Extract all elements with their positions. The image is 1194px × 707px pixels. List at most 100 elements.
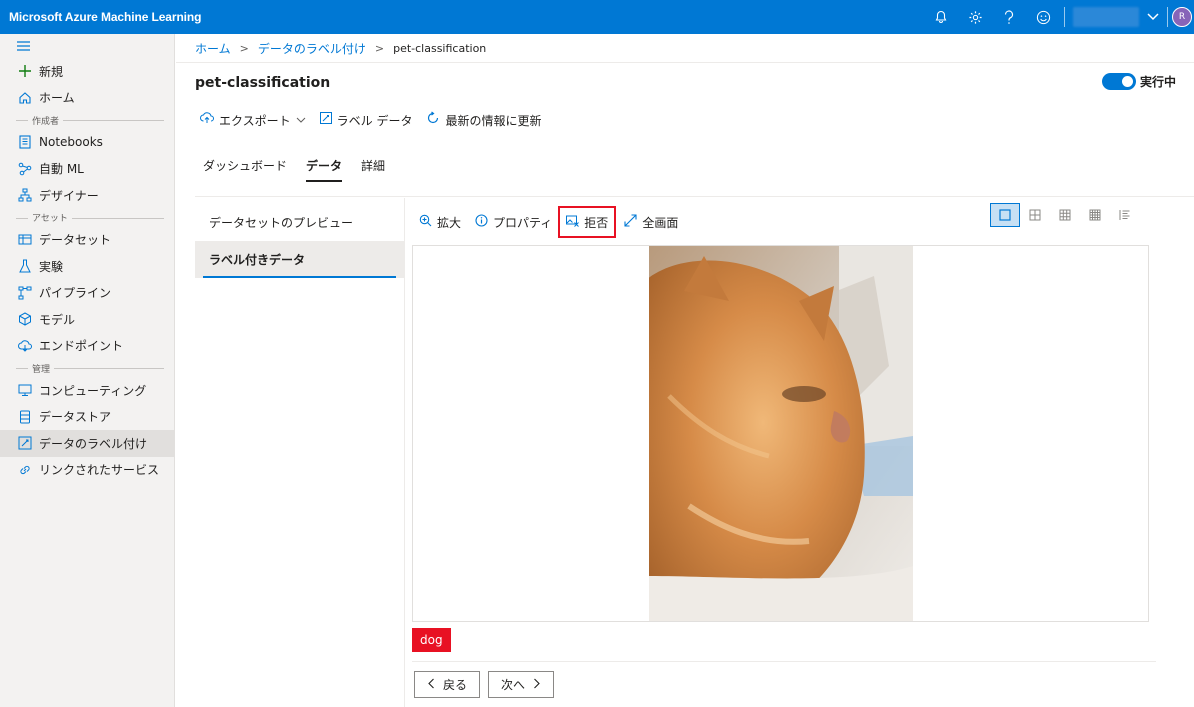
divider (404, 198, 405, 707)
properties-button[interactable]: プロパティ (475, 210, 552, 234)
linked-services-icon (17, 462, 33, 478)
back-button[interactable]: 戻る (414, 671, 481, 698)
pager: 戻る 次へ (414, 671, 555, 698)
properties-label: プロパティ (493, 215, 553, 230)
sidebar-item-new[interactable]: 新規 (0, 58, 174, 85)
breadcrumb-current: pet-classification (393, 42, 487, 55)
help-icon[interactable] (992, 0, 1026, 34)
sidebar-item-label: ホーム (39, 91, 75, 106)
tab-details[interactable]: 詳細 (361, 157, 385, 180)
gear-icon[interactable] (958, 0, 992, 34)
back-label: 戻る (443, 678, 468, 692)
next-label: 次へ (501, 678, 526, 692)
fullscreen-button[interactable]: 全画面 (624, 210, 678, 234)
sidebar-item-linked-services[interactable]: リンクされたサービス (0, 457, 174, 484)
refresh-button[interactable]: 最新の情報に更新 (426, 111, 541, 129)
chevron-left-icon (427, 678, 435, 692)
layout-grid-4x4-icon[interactable] (1080, 203, 1110, 227)
zoom-label: 拡大 (437, 215, 462, 230)
designer-icon (17, 187, 33, 203)
smiley-feedback-icon[interactable] (1026, 0, 1060, 34)
app-title[interactable]: Microsoft Azure Machine Learning (0, 10, 201, 24)
sidebar-item-models[interactable]: モデル (0, 306, 174, 333)
breadcrumb-home[interactable]: ホーム (195, 40, 231, 57)
layout-grid-2x2-icon[interactable] (1020, 203, 1050, 227)
layout-list-icon[interactable] (1110, 203, 1140, 227)
divider (412, 661, 1156, 662)
sidebar-item-label: 新規 (39, 64, 64, 79)
running-toggle[interactable] (1101, 73, 1136, 90)
chevron-right-icon: > (239, 42, 249, 55)
sidebar-item-label: 自動 ML (39, 162, 84, 177)
sidebar-item-automl[interactable]: 自動 ML (0, 156, 174, 183)
chevron-down-icon[interactable] (1143, 0, 1163, 34)
sidebar-item-label: リンクされたサービス (39, 463, 160, 478)
notebook-icon (17, 134, 33, 150)
info-icon (475, 214, 488, 230)
sidebar-item-pipelines[interactable]: パイプライン (0, 280, 174, 307)
endpoint-icon (17, 338, 33, 354)
image-viewer[interactable] (412, 245, 1149, 622)
export-button[interactable]: エクスポート (200, 112, 306, 129)
sidebar-item-home[interactable]: ホーム (0, 85, 174, 112)
top-bar-actions: R (924, 0, 1194, 34)
reject-button[interactable]: 拒否 (558, 206, 617, 238)
sidebar-item-datastores[interactable]: データストア (0, 404, 174, 431)
top-bar: Microsoft Azure Machine Learning R (0, 0, 1194, 34)
pet-image-cat (649, 246, 913, 621)
zoom-button[interactable]: 拡大 (419, 210, 461, 234)
sidebar-item-compute[interactable]: コンピューティング (0, 377, 174, 404)
tab-dashboard[interactable]: ダッシュボード (203, 157, 287, 180)
sidebar-item-data-labeling[interactable]: データのラベル付け (0, 430, 174, 457)
layout-single-icon[interactable] (990, 203, 1020, 227)
chevron-right-icon: > (374, 42, 385, 55)
divider (195, 196, 1194, 197)
breadcrumb-data-labeling[interactable]: データのラベル付け (258, 40, 366, 57)
model-icon (17, 311, 33, 327)
bell-icon[interactable] (924, 0, 958, 34)
sidebar-item-datasets[interactable]: データセット (0, 227, 174, 254)
reject-image-icon (566, 215, 580, 230)
avatar[interactable]: R (1172, 7, 1192, 27)
subnav-labeled-data[interactable]: ラベル付きデータ (195, 241, 404, 278)
tab-bar: ダッシュボード データ 詳細 (203, 157, 404, 182)
sidebar-item-notebooks[interactable]: Notebooks (0, 129, 174, 156)
sidebar-item-endpoints[interactable]: エンドポイント (0, 333, 174, 360)
sidebar-item-designer[interactable]: デザイナー (0, 182, 174, 209)
layout-grid-3x3-icon[interactable] (1050, 203, 1080, 227)
experiment-icon (17, 258, 33, 274)
sidebar-item-label: デザイナー (39, 188, 99, 203)
reject-label: 拒否 (584, 215, 609, 230)
user-name-masked[interactable] (1073, 7, 1139, 27)
top-bar-separator (1064, 7, 1065, 27)
automl-icon (17, 161, 33, 177)
sidebar-item-label: データストア (39, 410, 112, 425)
section-label-assets: アセット (0, 209, 174, 227)
label-edit-icon (319, 112, 332, 128)
plus-icon (17, 63, 33, 79)
dataset-icon (17, 232, 33, 248)
hamburger-menu-icon[interactable] (0, 34, 174, 58)
tab-data[interactable]: データ (306, 157, 343, 182)
sidebar-item-experiments[interactable]: 実験 (0, 253, 174, 280)
subnav-active-indicator (203, 276, 396, 278)
status-label: 実行中 (1139, 75, 1176, 89)
top-bar-separator (1167, 7, 1168, 27)
section-label-author: 作成者 (0, 111, 174, 129)
subnav-dataset-preview[interactable]: データセットのプレビュー (195, 204, 404, 241)
compute-icon (17, 382, 33, 398)
label-data-label: ラベル データ (336, 113, 413, 128)
expand-icon (624, 214, 637, 230)
zoom-in-icon (419, 214, 432, 230)
command-bar: エクスポート ラベル データ 最新の情報に更新 (200, 111, 555, 129)
datastore-icon (17, 409, 33, 425)
label-tag: dog (412, 628, 451, 652)
label-data-button[interactable]: ラベル データ (319, 112, 413, 129)
sidebar-item-label: モデル (39, 312, 76, 327)
sidebar: 新規 ホーム 作成者 Notebooks 自動 ML デザイナー アセット デー… (0, 34, 175, 707)
chevron-right-icon (533, 678, 541, 692)
refresh-icon (426, 111, 440, 129)
next-button[interactable]: 次へ (488, 671, 555, 698)
divider (176, 62, 1194, 63)
sidebar-item-label: パイプライン (39, 286, 112, 301)
